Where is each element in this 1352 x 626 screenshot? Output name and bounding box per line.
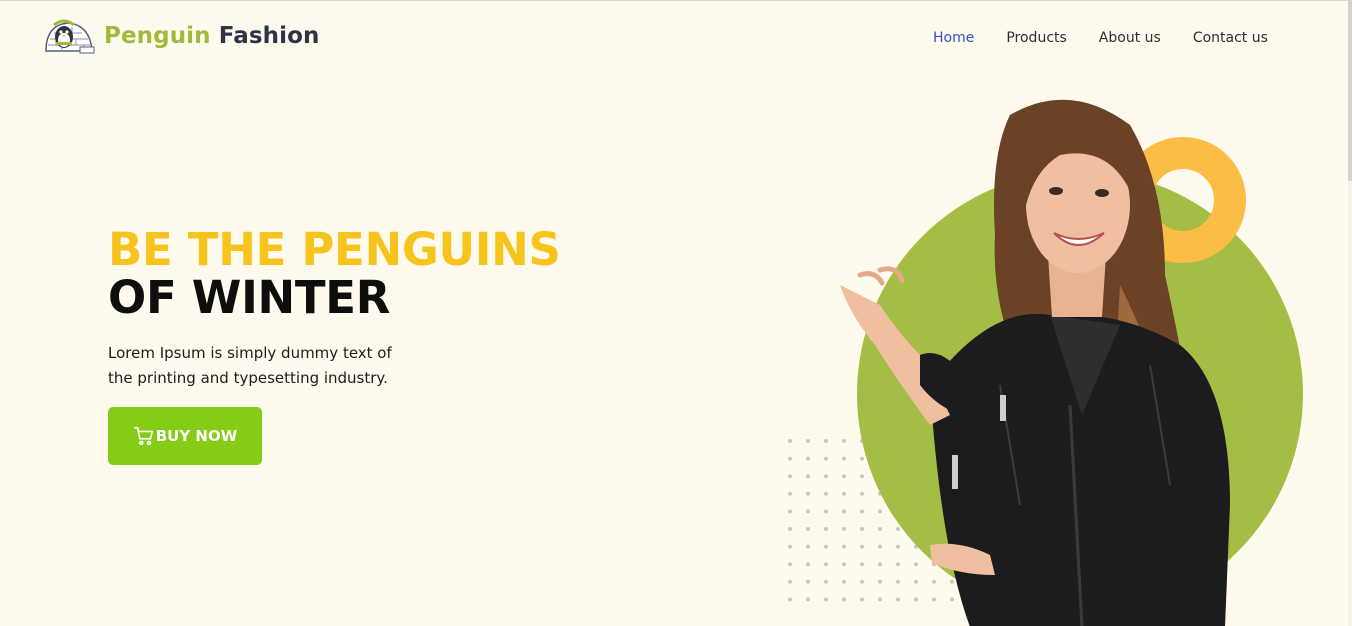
site-header: Penguin Fashion Home Products About us C… <box>0 1 1352 75</box>
main-nav: Home Products About us Contact us <box>933 30 1300 46</box>
grid-dot <box>806 544 810 549</box>
grid-dot <box>788 474 792 479</box>
grid-dot <box>788 456 792 461</box>
buy-now-button[interactable]: BUY NOW <box>108 407 262 465</box>
grid-dot <box>806 456 810 461</box>
grid-dot <box>806 439 810 443</box>
grid-dot <box>788 509 792 514</box>
grid-dot <box>806 509 810 514</box>
nav-link-contact[interactable]: Contact us <box>1193 30 1268 46</box>
hero-headline-line2: OF WINTER <box>108 271 391 324</box>
brand-name: Penguin Fashion <box>104 23 319 49</box>
grid-dot <box>788 579 792 584</box>
penguin-igloo-icon <box>45 19 95 54</box>
nav-link-products[interactable]: Products <box>1006 30 1066 46</box>
brand-logo-link[interactable]: Penguin Fashion <box>44 17 319 55</box>
grid-dot <box>788 527 792 531</box>
model-photo <box>840 99 1230 626</box>
nav-link-about[interactable]: About us <box>1099 30 1161 46</box>
grid-dot <box>788 439 792 443</box>
grid-dot <box>806 474 810 479</box>
brand-name-part1: Penguin <box>104 23 211 49</box>
grid-dot <box>788 562 792 567</box>
buy-now-label: BUY NOW <box>155 427 238 445</box>
hero-headline-line1: BE THE PENGUINS <box>108 223 561 276</box>
page-scrollbar[interactable] <box>1348 1 1352 626</box>
grid-dot <box>806 491 810 496</box>
cart-icon <box>133 426 153 446</box>
grid-dot <box>806 597 810 602</box>
grid-dot <box>788 597 792 602</box>
grid-dot <box>806 527 810 531</box>
grid-dot <box>788 491 792 496</box>
grid-dot <box>788 544 792 549</box>
nav-link-home[interactable]: Home <box>933 30 974 46</box>
grid-dot <box>806 562 810 567</box>
brand-name-part2: Fashion <box>218 23 320 49</box>
hero-description: Lorem Ipsum is simply dummy text of the … <box>108 344 392 387</box>
grid-dot <box>806 579 810 584</box>
